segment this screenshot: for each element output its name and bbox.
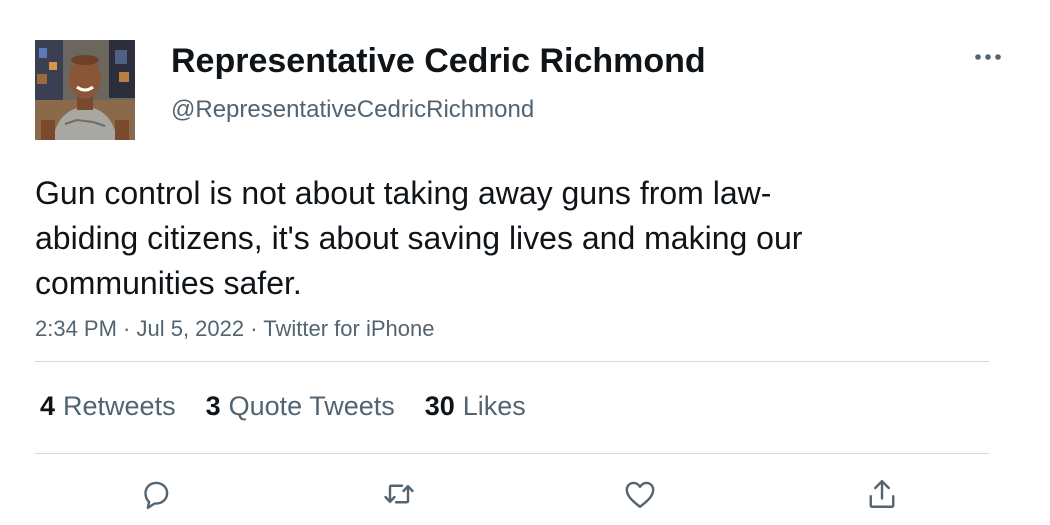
tweet-timestamp-source[interactable]: 2:34 PM · Jul 5, 2022 · Twitter for iPho… [35, 316, 434, 342]
retweets-count: 4 [40, 390, 56, 421]
quote-tweets-count: 3 [205, 390, 221, 421]
retweet-icon [384, 484, 414, 504]
profile-photo-icon [35, 40, 135, 140]
divider [35, 361, 989, 362]
share-button[interactable] [860, 472, 904, 516]
likes-label: Likes [462, 390, 526, 421]
quote-tweets-stat[interactable]: 3 Quote Tweets [206, 391, 395, 422]
engagement-stats: 4 Retweets 3 Quote Tweets 30 Likes [40, 386, 556, 426]
retweets-label: Retweets [63, 390, 176, 421]
avatar[interactable] [35, 40, 135, 140]
divider [35, 453, 989, 454]
user-handle[interactable]: @RepresentativeCedricRichmond [171, 96, 534, 124]
tweet-text: Gun control is not about taking away gun… [35, 175, 803, 301]
retweets-stat[interactable]: 4 Retweets [40, 391, 176, 422]
likes-count: 30 [424, 390, 455, 421]
display-name[interactable]: Representative Cedric Richmond [171, 42, 706, 81]
quote-tweets-label: Quote Tweets [228, 390, 395, 421]
share-icon [869, 480, 895, 508]
heart-icon [625, 481, 655, 508]
reply-icon [144, 481, 169, 509]
retweet-button[interactable] [377, 472, 421, 516]
like-button[interactable] [618, 472, 662, 516]
reply-button[interactable] [134, 472, 178, 516]
more-dots-icon [975, 54, 1001, 60]
likes-stat[interactable]: 30 Likes [425, 391, 526, 422]
more-options-button[interactable] [970, 42, 1006, 72]
